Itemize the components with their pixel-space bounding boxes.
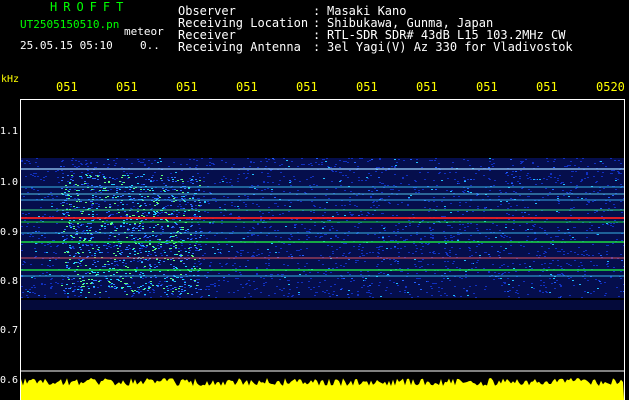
- spectrogram-image: [21, 100, 624, 400]
- time-tick-4: 051: [236, 80, 258, 94]
- meteor-label: meteor: [124, 25, 164, 38]
- time-tick-7: 051: [416, 80, 438, 94]
- date-extra: 0..: [140, 39, 160, 52]
- time-tick-3: 051: [176, 80, 198, 94]
- freq-unit-label: kHz: [1, 74, 20, 85]
- antenna-label: Receiving Antenna: [178, 40, 301, 54]
- freq-tick-1-1: 1.1: [0, 126, 19, 137]
- antenna-value: 3el Yagi(V) Az 330 for Vladivostok: [327, 40, 573, 54]
- time-tick-8: 051: [476, 80, 498, 94]
- app-title: HROFFT: [50, 0, 130, 14]
- freq-tick-0-9: 0.9: [0, 227, 19, 238]
- freq-tick-1-0: 1.0: [0, 177, 19, 188]
- freq-tick-0-7: 0.7: [0, 325, 19, 336]
- time-tick-5: 051: [296, 80, 318, 94]
- freq-tick-0-8: 0.8: [0, 276, 19, 287]
- time-tick-9: 051: [536, 80, 558, 94]
- hrofft-window: HROFFT UT2505150510.pn meteor 25.05.15 0…: [0, 0, 629, 400]
- spectrogram-panel: [20, 99, 625, 400]
- time-tick-1: 051: [56, 80, 78, 94]
- time-tick-10: 0520: [596, 80, 625, 94]
- freq-tick-0-6: 0.6: [0, 375, 19, 386]
- time-tick-2: 051: [116, 80, 138, 94]
- time-tick-6: 051: [356, 80, 378, 94]
- date-time: 25.05.15 05:10: [20, 39, 113, 52]
- antenna-colon: :: [313, 40, 321, 54]
- file-name: UT2505150510.pn: [20, 18, 120, 31]
